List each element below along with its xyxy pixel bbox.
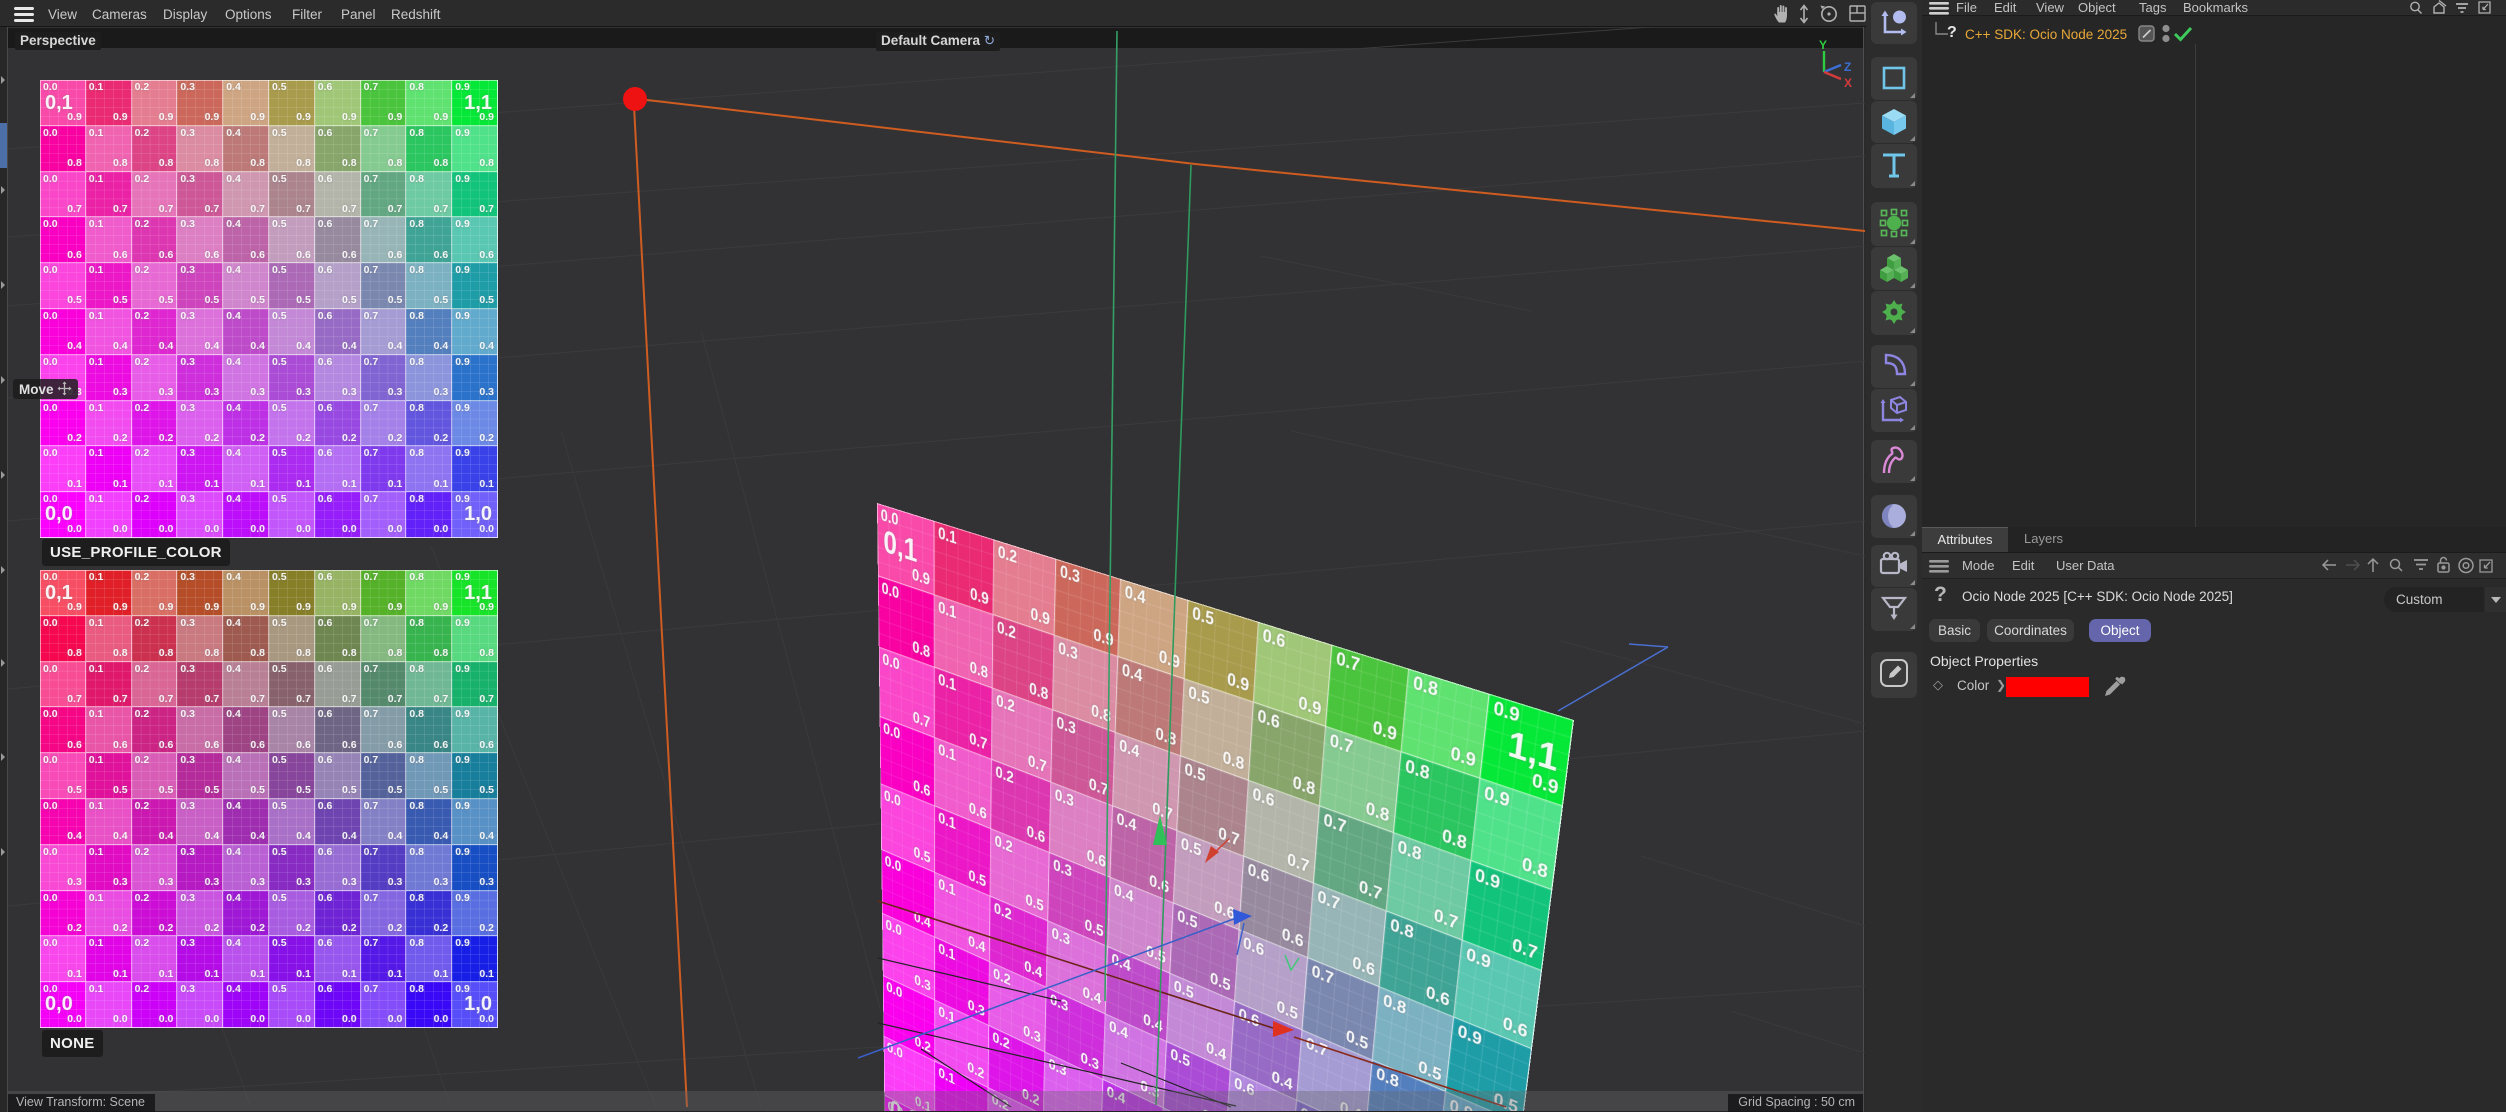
svg-text:X: X	[1844, 76, 1852, 90]
svg-text:Y: Y	[1819, 38, 1827, 52]
svg-text:Z: Z	[1844, 60, 1851, 74]
